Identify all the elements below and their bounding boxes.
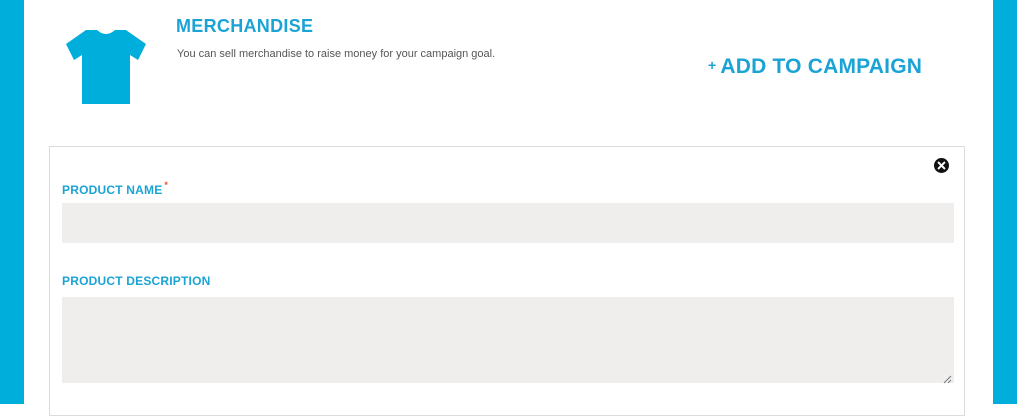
plus-icon: + bbox=[708, 57, 717, 73]
product-description-label: PRODUCT DESCRIPTION bbox=[62, 274, 211, 288]
left-frame-bar bbox=[0, 0, 24, 404]
add-to-campaign-label: ADD TO CAMPAIGN bbox=[720, 55, 923, 78]
product-name-label-text: PRODUCT NAME bbox=[62, 183, 163, 197]
close-icon[interactable] bbox=[934, 158, 949, 173]
section-title: MERCHANDISE bbox=[176, 16, 314, 36]
add-to-campaign-button[interactable]: + ADD TO CAMPAIGN bbox=[708, 55, 922, 79]
right-frame-bar bbox=[993, 0, 1017, 404]
required-marker: * bbox=[164, 180, 169, 190]
section-description: You can sell merchandise to raise money … bbox=[177, 48, 496, 60]
resize-handle-icon[interactable] bbox=[942, 371, 952, 384]
product-name-input[interactable] bbox=[62, 203, 954, 243]
product-name-label: PRODUCT NAME * bbox=[62, 180, 168, 197]
tshirt-icon bbox=[64, 26, 148, 106]
product-description-textarea[interactable] bbox=[62, 297, 954, 383]
